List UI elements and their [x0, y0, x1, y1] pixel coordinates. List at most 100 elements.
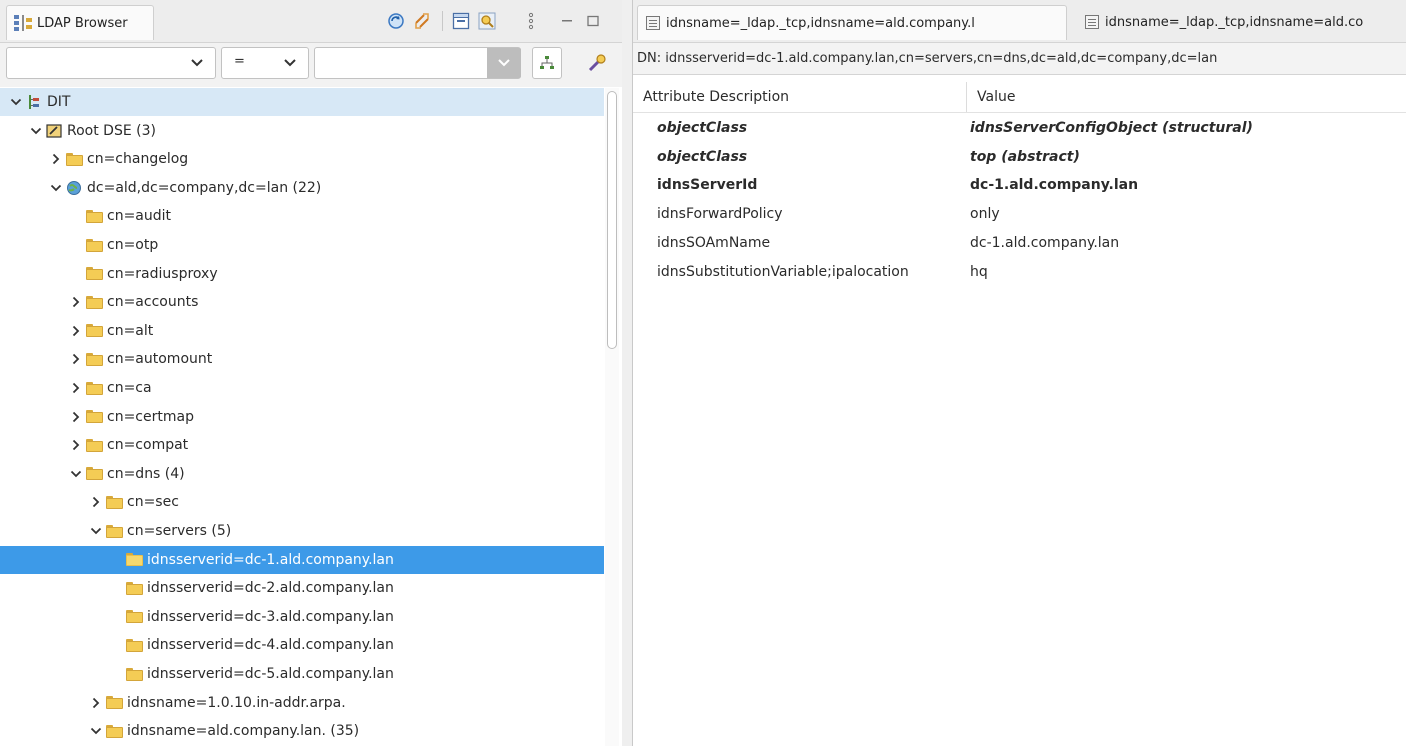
- tree-scrollbar[interactable]: [605, 88, 619, 746]
- value-combo[interactable]: [314, 47, 521, 79]
- view-menu-button[interactable]: [519, 9, 543, 33]
- tree-item[interactable]: cn=compat: [0, 431, 604, 459]
- tree-item-label: cn=compat: [107, 437, 189, 454]
- attribute-table-header: Attribute Description Value: [633, 82, 1406, 113]
- folder-icon: [85, 208, 103, 224]
- root-dse-icon: [45, 123, 63, 139]
- chevron-right-icon[interactable]: [48, 151, 64, 167]
- tree-item[interactable]: idnsserverid=dc-5.ald.company.lan: [0, 660, 604, 688]
- chevron-right-icon[interactable]: [88, 695, 104, 711]
- tree-item-label: cn=changelog: [87, 151, 189, 168]
- editor-tab-1[interactable]: idnsname=_ldap._tcp,idnsname=ald.company…: [637, 5, 1067, 40]
- tree-item[interactable]: dc=ald,dc=company,dc=lan (22): [0, 174, 604, 202]
- tree-item[interactable]: cn=ca: [0, 374, 604, 402]
- folder-icon: [85, 351, 103, 367]
- minimize-button[interactable]: [555, 9, 579, 33]
- tree-item-label: dc=ald,dc=company,dc=lan (22): [87, 179, 322, 196]
- tree-item[interactable]: cn=otp: [0, 231, 604, 259]
- chevron-right-icon[interactable]: [68, 380, 84, 396]
- tree-item-label: Root DSE (3): [67, 122, 156, 139]
- tree-item-label: cn=automount: [107, 351, 213, 368]
- attribute-row[interactable]: objectClass idnsServerConfigObject (struc…: [633, 114, 1406, 142]
- tree-item[interactable]: cn=servers (5): [0, 517, 604, 545]
- tree-item[interactable]: cn=certmap: [0, 403, 604, 431]
- attribute-row[interactable]: idnsSOAmName dc-1.ald.company.lan: [633, 229, 1406, 257]
- folder-icon: [105, 494, 123, 510]
- chevron-down-icon[interactable]: [88, 723, 104, 739]
- tree-item[interactable]: cn=changelog: [0, 145, 604, 173]
- attribute-combo[interactable]: [6, 47, 216, 79]
- tree-item[interactable]: DIT: [0, 88, 604, 116]
- dit-tree[interactable]: DIT Root DSE (3) cn=changelog dc=ald,dc=com…: [0, 88, 604, 746]
- chevron-down-icon: [490, 48, 518, 78]
- chevron-down-icon[interactable]: [28, 123, 44, 139]
- refresh-button[interactable]: [384, 9, 408, 33]
- tree-item[interactable]: idnsserverid=dc-2.ald.company.lan: [0, 574, 604, 602]
- tree-item[interactable]: idnsname=ald.company.lan. (35): [0, 717, 604, 745]
- attribute-row[interactable]: idnsSubstitutionVariable;ipalocation hq: [633, 258, 1406, 286]
- link-with-editor-button[interactable]: [410, 9, 434, 33]
- ldap-browser-tab[interactable]: LDAP Browser: [6, 5, 154, 40]
- tree-item-label: idnsname=1.0.10.in-addr.arpa.: [127, 694, 346, 711]
- show-quick-search-button[interactable]: [475, 9, 499, 33]
- tree-expander-placeholder: [108, 580, 124, 596]
- tree-item-label: cn=sec: [127, 494, 179, 511]
- tree-expander-placeholder: [108, 609, 124, 625]
- attribute-name: objectClass: [657, 148, 748, 165]
- tree-item[interactable]: idnsserverid=dc-4.ald.company.lan: [0, 631, 604, 659]
- folder-icon: [125, 609, 143, 625]
- tree-item[interactable]: cn=automount: [0, 345, 604, 373]
- chevron-down-icon[interactable]: [88, 523, 104, 539]
- tree-scrollbar-thumb[interactable]: [607, 91, 617, 349]
- attribute-value[interactable]: only: [967, 206, 1000, 222]
- tree-item-label: cn=otp: [107, 237, 159, 253]
- column-header-value[interactable]: Value: [967, 89, 1015, 105]
- chevron-down-icon[interactable]: [68, 466, 84, 482]
- tree-item-label: cn=ca: [107, 380, 152, 396]
- sash[interactable]: [622, 0, 632, 746]
- chevron-right-icon[interactable]: [88, 494, 104, 510]
- folder-icon: [85, 323, 103, 339]
- attribute-name: objectClass: [657, 120, 748, 136]
- ldap-browser-tab-label: LDAP Browser: [37, 15, 128, 31]
- entry-icon: [1085, 15, 1099, 29]
- tree-item[interactable]: idnsname=1.0.10.in-addr.arpa.: [0, 689, 604, 717]
- search-scope-button[interactable]: [532, 47, 562, 79]
- tree-expander-placeholder: [108, 637, 124, 653]
- chevron-right-icon[interactable]: [68, 351, 84, 367]
- attribute-name: idnsServerId: [657, 177, 758, 194]
- attribute-row[interactable]: idnsForwardPolicy only: [633, 200, 1406, 228]
- tree-item[interactable]: cn=accounts: [0, 288, 604, 316]
- tree-item[interactable]: cn=audit: [0, 202, 604, 230]
- tree-item[interactable]: Root DSE (3): [0, 117, 604, 145]
- chevron-right-icon[interactable]: [68, 437, 84, 453]
- editor-tab-1-label: idnsname=_ldap._tcp,idnsname=ald.company…: [666, 15, 975, 31]
- tree-item-label: idnsserverid=dc-3.ald.company.lan: [147, 608, 394, 625]
- attribute-value[interactable]: dc-1.ald.company.lan: [967, 177, 1138, 193]
- tree-item[interactable]: cn=sec: [0, 488, 604, 516]
- tree-item[interactable]: cn=dns (4): [0, 460, 604, 488]
- attribute-row[interactable]: idnsServerId dc-1.ald.company.lan: [633, 171, 1406, 199]
- collapse-all-button[interactable]: [449, 9, 473, 33]
- ldap-browser-view: LDAP Browser = DIT Root DSE (3) cn=chang…: [0, 0, 623, 746]
- operator-combo[interactable]: =: [221, 47, 309, 79]
- attribute-value[interactable]: idnsServerConfigObject (structural): [967, 120, 1253, 136]
- chevron-right-icon[interactable]: [68, 294, 84, 310]
- chevron-right-icon[interactable]: [68, 323, 84, 339]
- tree-item[interactable]: idnsserverid=dc-3.ald.company.lan: [0, 603, 604, 631]
- editor-tab-2[interactable]: idnsname=_ldap._tcp,idnsname=ald.co: [1077, 5, 1406, 39]
- column-header-attribute[interactable]: Attribute Description: [633, 82, 967, 112]
- maximize-button[interactable]: [581, 9, 605, 33]
- chevron-right-icon[interactable]: [68, 409, 84, 425]
- attribute-row[interactable]: objectClass top (abstract): [633, 143, 1406, 171]
- link-icon: [415, 13, 429, 29]
- run-quick-search-button[interactable]: [582, 47, 612, 79]
- tree-item[interactable]: cn=radiusproxy: [0, 260, 604, 288]
- tree-item[interactable]: idnsserverid=dc-1.ald.company.lan: [0, 545, 604, 574]
- attribute-value[interactable]: dc-1.ald.company.lan: [967, 235, 1119, 251]
- attribute-value[interactable]: hq: [967, 264, 988, 280]
- chevron-down-icon[interactable]: [48, 180, 64, 196]
- attribute-value[interactable]: top (abstract): [967, 149, 1080, 165]
- chevron-down-icon[interactable]: [8, 94, 24, 110]
- tree-item[interactable]: cn=alt: [0, 317, 604, 345]
